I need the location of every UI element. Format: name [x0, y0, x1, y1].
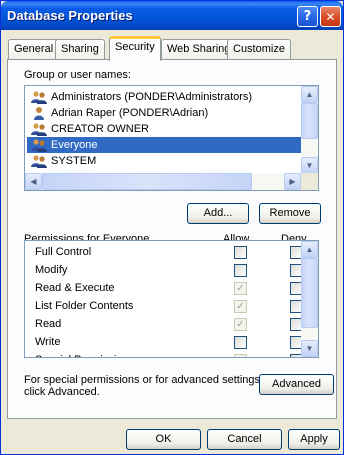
tab-general[interactable]: General [8, 39, 60, 59]
allow-checkbox[interactable]: ✓ [234, 300, 247, 313]
perm-scroll-up-icon[interactable]: ▲ [301, 241, 318, 258]
list-item-label: SYSTEM [51, 155, 97, 167]
list-vertical-scrollbar[interactable]: ▲ ▼ [301, 86, 318, 174]
window-title: Database Properties [7, 8, 133, 23]
list-item[interactable]: Adrian Raper (PONDER\Adrian) [27, 105, 302, 121]
perm-scroll-thumb[interactable] [301, 258, 318, 328]
allow-checkbox[interactable] [234, 246, 247, 259]
list-item-label: Everyone [51, 139, 98, 151]
add-button[interactable]: Add... [187, 203, 249, 224]
permissions-table: Full Control Modify Read & Execute ✓ List Fo… [24, 240, 319, 358]
ok-button[interactable]: OK [126, 429, 201, 450]
permission-name: List Folder Contents [35, 300, 134, 312]
advanced-note: For special permissions or for advanced … [24, 374, 264, 398]
tab-sharing[interactable]: Sharing [55, 39, 105, 59]
group-names-label: Group or user names: [24, 69, 131, 81]
scroll-corner [301, 173, 318, 190]
remove-button[interactable]: Remove [259, 203, 321, 224]
properties-dialog: Database Properties ? ✕ General Sharing … [0, 0, 344, 455]
perm-scroll-down-icon[interactable]: ▼ [301, 340, 318, 357]
permissions-scrollbar[interactable]: ▲ ▼ [301, 241, 318, 357]
group-icon [31, 138, 47, 152]
close-button[interactable]: ✕ [320, 6, 341, 27]
permission-row: List Folder Contents ✓ [25, 298, 303, 316]
group-icon [31, 154, 47, 168]
allow-checkbox[interactable]: ✓ [234, 318, 247, 331]
group-icon [31, 90, 47, 104]
scroll-right-icon[interactable]: ▶ [284, 173, 301, 190]
allow-checkbox[interactable] [234, 354, 247, 357]
apply-button[interactable]: Apply [288, 429, 340, 450]
close-icon: ✕ [325, 9, 336, 24]
permission-row: Read & Execute ✓ [25, 280, 303, 298]
list-item[interactable]: Administrators (PONDER\Administrators) [27, 89, 302, 105]
allow-checkbox[interactable] [234, 264, 247, 277]
tab-web-sharing[interactable]: Web Sharing [161, 39, 237, 59]
permission-row: Special Permissions [25, 352, 303, 357]
help-icon: ? [303, 9, 312, 24]
tab-customize[interactable]: Customize [227, 39, 291, 59]
permission-name: Modify [35, 264, 68, 276]
list-item-label: Administrators (PONDER\Administrators) [51, 91, 253, 103]
group-user-list[interactable]: Administrators (PONDER\Administrators) Ad… [24, 85, 319, 191]
list-item[interactable]: Everyone [27, 137, 302, 153]
list-item-label: Adrian Raper (PONDER\Adrian) [51, 107, 209, 119]
list-horizontal-scrollbar[interactable]: ◀ ▶ [25, 173, 301, 190]
list-scroll-thumb[interactable] [301, 103, 318, 139]
permission-name: Read [35, 318, 62, 330]
scroll-up-icon[interactable]: ▲ [301, 86, 318, 103]
tab-security[interactable]: Security [109, 36, 161, 61]
allow-checkbox[interactable]: ✓ [234, 282, 247, 295]
permission-row: Read ✓ [25, 316, 303, 334]
scroll-down-icon[interactable]: ▼ [301, 157, 318, 174]
title-bar[interactable]: Database Properties ? ✕ [1, 1, 343, 30]
permission-name: Write [35, 336, 61, 348]
group-icon [31, 122, 47, 136]
permission-row: Write [25, 334, 303, 352]
permission-name: Full Control [35, 246, 92, 258]
permission-row: Full Control [25, 244, 303, 262]
cancel-button[interactable]: Cancel [207, 429, 282, 450]
allow-checkbox[interactable] [234, 336, 247, 349]
permission-row: Modify [25, 262, 303, 280]
user-icon [31, 106, 47, 120]
advanced-button[interactable]: Advanced [259, 374, 334, 395]
help-button[interactable]: ? [297, 6, 318, 27]
list-hscroll-thumb[interactable] [42, 173, 252, 190]
permission-name: Read & Execute [35, 282, 115, 294]
list-item[interactable]: CREATOR OWNER [27, 121, 302, 137]
list-item[interactable]: SYSTEM [27, 153, 302, 169]
list-item-label: CREATOR OWNER [51, 123, 149, 135]
scroll-left-icon[interactable]: ◀ [25, 173, 42, 190]
permission-name: Special Permissions [35, 354, 134, 357]
